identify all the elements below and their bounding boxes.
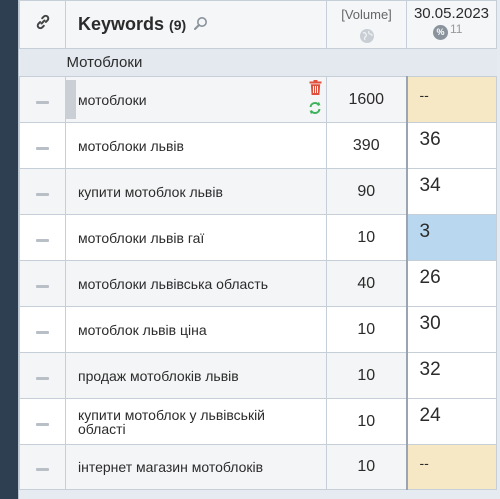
keyword-text: мотоблоки [78,91,147,108]
volume-cell: 10 [326,398,407,445]
volume-cell: 10 [326,352,407,399]
keywords-table: Keywords (9) [Volume] 30.05.2023 % 11 Мо… [19,0,497,490]
date-header[interactable]: 30.05.2023 % 11 [406,0,497,49]
dash-icon[interactable] [36,192,49,196]
selection-bar [66,80,76,119]
row-handle[interactable] [19,444,66,490]
table-row: купити мотоблок у львівській області 10 … [19,398,497,445]
keywords-header[interactable]: Keywords (9) [65,0,327,49]
table-row: продаж мотоблоків львів 10 32 [19,352,497,399]
group-row: Мотоблоки [19,48,497,77]
table-row: інтернет магазин мотоблоків 10 -- [19,444,497,490]
percent-count: 11 [450,22,463,36]
dash-icon[interactable] [36,422,49,426]
dash-icon[interactable] [36,376,49,380]
date-header-sub: % 11 [407,22,496,44]
volume-cell: 1600 [326,76,407,123]
table-row: мотоблоки львів 390 36 [19,122,497,169]
row-handle[interactable] [19,122,66,169]
link-header-cell[interactable] [19,0,66,49]
trash-icon[interactable] [309,80,322,95]
position-cell[interactable]: -- [405,444,497,490]
dash-icon[interactable] [36,468,49,471]
keyword-cell[interactable]: мотоблоки львів гаї [65,214,327,261]
dash-icon[interactable] [36,146,49,150]
keyword-cell[interactable]: мотоблоки львів [65,122,327,169]
link-icon[interactable] [34,13,52,31]
dash-icon[interactable] [36,330,49,334]
keywords-count: (9) [169,17,187,33]
position-cell[interactable]: 30 [405,306,497,353]
keyword-cell[interactable]: мотоблоки [65,76,327,123]
keyword-cell[interactable]: продаж мотоблоків львів [65,352,327,399]
row-handle[interactable] [19,168,66,215]
position-cell[interactable]: 24 [405,398,497,445]
date-label: 30.05.2023 [413,5,490,22]
position-cell[interactable]: 36 [405,122,497,169]
volume-header[interactable]: [Volume] [326,0,407,49]
volume-cell: 390 [326,122,407,169]
position-cell[interactable]: 3 [405,214,497,261]
keyword-cell[interactable]: мотоблоки львівська область [65,260,327,307]
table-row: купити мотоблок львів 90 34 [19,168,497,215]
position-cell[interactable]: 34 [405,168,497,215]
keyword-cell[interactable]: мотоблок львів ціна [65,306,327,353]
keyword-cell[interactable]: інтернет магазин мотоблоків [65,444,327,490]
table-row: мотоблоки львівська область 40 26 [19,260,497,307]
percent-icon[interactable]: % [433,25,448,40]
globe-icon [359,29,374,43]
dash-icon[interactable] [36,284,49,288]
keywords-panel: Keywords (9) [Volume] 30.05.2023 % 11 Мо… [18,0,500,499]
position-cell[interactable]: -- [405,76,497,123]
dash-icon[interactable] [36,100,49,104]
position-cell[interactable]: 26 [405,260,497,307]
position-cell[interactable]: 32 [405,352,497,399]
volume-cell: 90 [326,168,407,215]
table-row: мотоблоки львів гаї 10 3 [19,214,497,261]
dash-icon[interactable] [36,238,49,242]
keywords-title: Keywords [78,14,165,34]
table-header-row: Keywords (9) [Volume] 30.05.2023 % 11 [19,0,497,49]
group-name: Мотоблоки [19,48,497,77]
row-handle[interactable] [19,214,66,261]
volume-cell: 10 [326,444,407,490]
row-handle[interactable] [19,352,66,399]
row-handle[interactable] [19,398,66,445]
search-icon[interactable] [193,16,208,31]
refresh-icon[interactable] [308,101,322,115]
volume-title: [Volume] [341,7,392,22]
keyword-cell[interactable]: купити мотоблок львів [65,168,327,215]
table-row: мотоблоки 1600 -- [19,76,497,123]
volume-cell: 40 [326,260,407,307]
volume-cell: 10 [326,214,407,261]
row-handle[interactable] [19,76,66,123]
table-row: мотоблок львів ціна 10 30 [19,306,497,353]
row-handle[interactable] [19,306,66,353]
volume-cell: 10 [326,306,407,353]
keyword-cell[interactable]: купити мотоблок у львівській області [65,398,327,445]
row-handle[interactable] [19,260,66,307]
